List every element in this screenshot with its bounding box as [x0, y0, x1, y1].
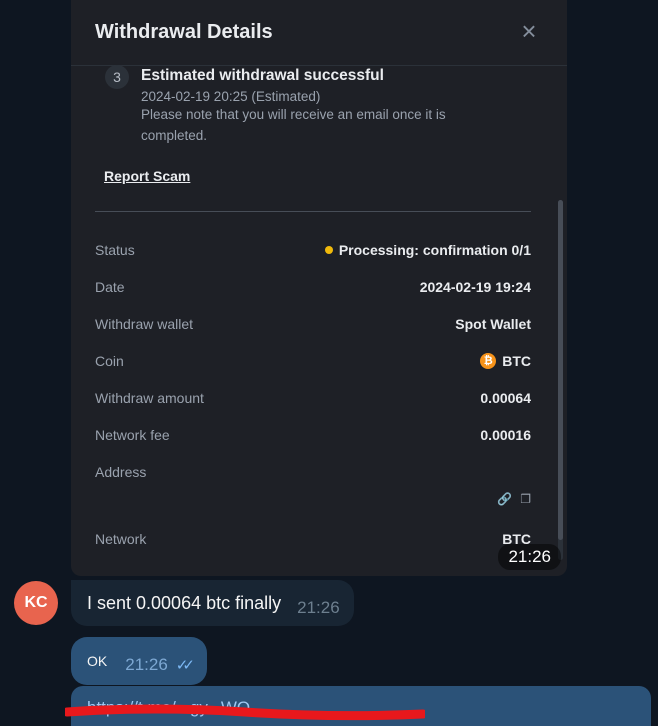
bitcoin-icon: ₿: [480, 352, 497, 369]
outgoing-link-message[interactable]: https://t.me/...gy...WQ: [65, 686, 651, 726]
coin-text: BTC: [502, 352, 531, 369]
fee-value: 0.00016: [480, 426, 531, 443]
scrollbar-thumb[interactable]: [558, 200, 563, 540]
wallet-label: Withdraw wallet: [95, 315, 194, 332]
wallet-row: Withdraw wallet Spot Wallet: [95, 305, 531, 342]
network-label: Network: [95, 530, 147, 547]
amount-value: 0.00064: [480, 389, 531, 406]
coin-label: Coin: [95, 352, 124, 369]
date-label: Date: [95, 278, 125, 295]
wallet-value: Spot Wallet: [455, 315, 531, 332]
address-row: Address: [95, 453, 531, 490]
screenshot-image-message[interactable]: Withdrawal Details × 3 Estimated withdra…: [71, 0, 567, 576]
incoming-message[interactable]: I sent 0.00064 btc finally 21:26: [71, 580, 354, 626]
status-value: Processing: confirmation 0/1: [324, 241, 531, 258]
fee-row: Network fee 0.00016: [95, 416, 531, 453]
details-list: Status Processing: confirmation 0/1 Date…: [95, 231, 531, 557]
step-number: 3: [105, 65, 129, 89]
coin-row: Coin ₿ BTC: [95, 342, 531, 379]
status-label: Status: [95, 241, 135, 258]
network-row: Network BTC: [95, 520, 531, 557]
address-label: Address: [95, 463, 147, 480]
panel-header: Withdrawal Details ×: [71, 0, 567, 66]
step-title: Estimated withdrawal successful: [141, 67, 384, 84]
divider: [95, 211, 531, 212]
copy-icon[interactable]: ❐: [520, 492, 531, 506]
image-timestamp: 21:26: [498, 544, 561, 570]
panel-title: Withdrawal Details: [95, 21, 273, 43]
step-date: 2024-02-19 20:25 (Estimated): [141, 89, 321, 104]
step-text: Estimated withdrawal successful 2024-02-…: [141, 66, 481, 146]
report-scam-link[interactable]: Report Scam: [104, 168, 190, 184]
amount-row: Withdraw amount 0.00064: [95, 379, 531, 416]
message-time: 21:26: [125, 655, 168, 674]
redaction-scribble: [65, 704, 425, 721]
status-dot-icon: [324, 245, 333, 254]
fee-label: Network fee: [95, 426, 170, 443]
close-icon[interactable]: ×: [517, 18, 541, 44]
coin-value: ₿ BTC: [480, 352, 531, 369]
double-check-icon: ✓✓: [175, 657, 195, 674]
message-text: OK: [87, 653, 108, 669]
date-row: Date 2024-02-19 19:24: [95, 268, 531, 305]
date-value: 2024-02-19 19:24: [419, 278, 531, 295]
link-icon[interactable]: 🔗: [497, 492, 512, 506]
step-item: 3 Estimated withdrawal successful 2024-0…: [105, 65, 481, 146]
status-text: Processing: confirmation 0/1: [338, 241, 531, 258]
avatar[interactable]: KC: [14, 581, 58, 625]
message-text: I sent 0.00064 btc finally: [87, 592, 282, 613]
address-actions: 🔗 ❐: [95, 492, 531, 506]
message-time: 21:26: [297, 598, 340, 617]
outgoing-message[interactable]: OK 21:26 ✓✓: [71, 637, 207, 685]
amount-label: Withdraw amount: [95, 389, 204, 406]
step-note: Please note that you will receive an ema…: [141, 107, 446, 143]
status-row: Status Processing: confirmation 0/1: [95, 231, 531, 268]
